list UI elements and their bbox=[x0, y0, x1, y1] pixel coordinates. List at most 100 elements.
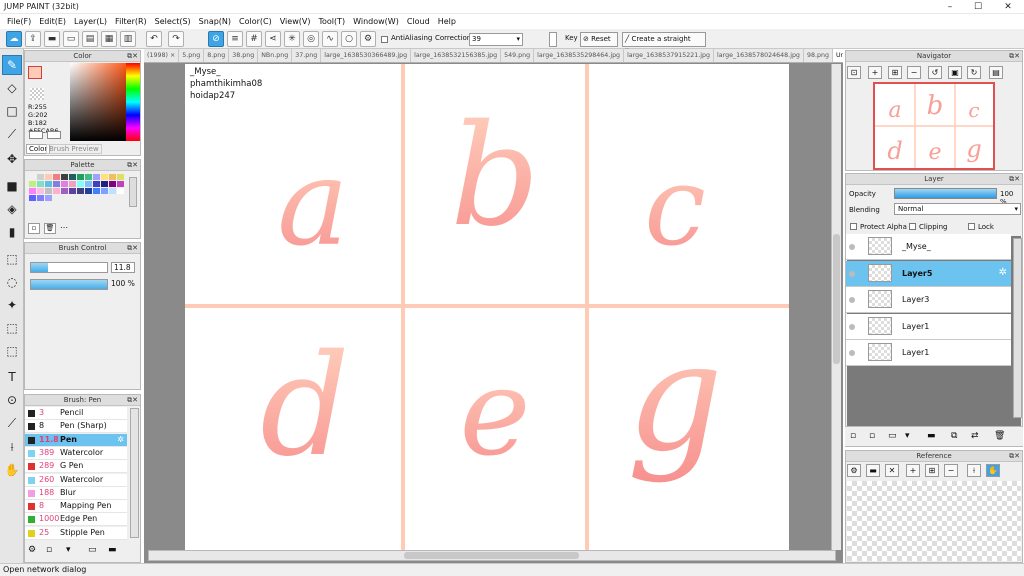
minimize-button[interactable]: – bbox=[936, 1, 964, 13]
transfer-layer-icon[interactable]: ⇄ bbox=[971, 431, 979, 441]
close-icon[interactable]: ⧉✕ bbox=[127, 395, 138, 405]
brush-item[interactable]: 25 Stipple Pen bbox=[25, 526, 127, 540]
brush-size-value[interactable]: 11.8 bbox=[111, 262, 135, 273]
layer-row[interactable]: Layer5 ✲ bbox=[846, 260, 1011, 287]
palette-grid[interactable] bbox=[28, 173, 130, 219]
document-tab[interactable]: 37.png bbox=[292, 49, 322, 62]
folder-icon[interactable]: ▬ bbox=[108, 545, 117, 555]
new-layer-folder-icon[interactable]: ▫ bbox=[869, 431, 875, 441]
bucket-tool-icon[interactable]: ◈ bbox=[2, 199, 22, 219]
blending-select[interactable]: Normal ▾ bbox=[894, 203, 1021, 215]
visibility-icon[interactable] bbox=[849, 297, 855, 304]
palette-swatch[interactable] bbox=[116, 187, 124, 194]
palette-swatch[interactable] bbox=[92, 173, 100, 180]
reference-canvas[interactable] bbox=[847, 481, 1021, 561]
eye-icon[interactable] bbox=[29, 131, 43, 139]
palette-swatch[interactable] bbox=[36, 187, 44, 194]
palette-swatch[interactable] bbox=[28, 194, 36, 201]
brush-item[interactable]: 260 Watercolor bbox=[25, 473, 127, 487]
close-icon[interactable]: ⧉✕ bbox=[127, 160, 138, 170]
pen-tool-icon[interactable]: ✎ bbox=[2, 55, 22, 75]
palette-swatch[interactable] bbox=[60, 173, 68, 180]
document-canvas[interactable]: _Myse_ phamthikimha08 hoidap247 a b c d … bbox=[185, 64, 789, 550]
zoom-in-icon[interactable]: + bbox=[868, 66, 882, 79]
palette-swatch[interactable] bbox=[108, 173, 116, 180]
hand-tool-icon[interactable]: ✋ bbox=[986, 464, 1000, 477]
palette-swatch[interactable] bbox=[52, 180, 60, 187]
palette-swatch[interactable] bbox=[84, 187, 92, 194]
palette-swatch[interactable] bbox=[44, 180, 52, 187]
select-layer-icon[interactable]: ⊙ bbox=[2, 390, 22, 410]
trash-icon[interactable]: 🗑 bbox=[44, 223, 56, 234]
merge-layer-icon[interactable]: ⧉ bbox=[951, 431, 957, 441]
menu-window[interactable]: Window(W) bbox=[349, 17, 403, 26]
palette-swatch[interactable] bbox=[28, 173, 36, 180]
new-palette-icon[interactable]: ▫ bbox=[28, 223, 40, 234]
zoom-actual-icon[interactable]: ⊞ bbox=[925, 464, 939, 477]
palette-swatch[interactable] bbox=[44, 194, 52, 201]
palette-swatch[interactable] bbox=[28, 180, 36, 187]
palette-swatch[interactable] bbox=[44, 187, 52, 194]
circle-snap-icon[interactable]: ○ bbox=[341, 31, 357, 47]
open-folder-icon[interactable]: ▬ bbox=[866, 464, 880, 477]
zoom-fit-icon[interactable]: ⊡ bbox=[847, 66, 861, 79]
palette-swatch[interactable] bbox=[100, 173, 108, 180]
palette-swatch[interactable] bbox=[52, 187, 60, 194]
layer-row[interactable]: Layer1 bbox=[846, 340, 1011, 367]
document-tab[interactable]: 98.png bbox=[804, 49, 833, 62]
panel-icon[interactable]: ▭ bbox=[63, 31, 79, 47]
operation-tool-icon[interactable]: ⟋ bbox=[2, 413, 22, 433]
layer-row[interactable]: _Myse_ bbox=[846, 234, 1011, 260]
rotate-right-icon[interactable]: ↻ bbox=[967, 66, 981, 79]
visibility-icon[interactable] bbox=[849, 350, 855, 357]
palette-swatch[interactable] bbox=[76, 173, 84, 180]
visibility-icon[interactable] bbox=[849, 323, 855, 330]
palette-swatch[interactable] bbox=[108, 187, 116, 194]
rect-select-icon[interactable]: ⬚ bbox=[2, 249, 22, 269]
straight-line-button[interactable]: ╱ Create a straight line bbox=[622, 32, 706, 56]
brush-opacity-slider[interactable] bbox=[30, 279, 108, 290]
palette-swatch[interactable] bbox=[108, 180, 116, 187]
palette-swatch[interactable] bbox=[92, 187, 100, 194]
layer-row[interactable]: Layer1 bbox=[846, 313, 1011, 340]
brush-item[interactable]: 3 Pencil bbox=[25, 407, 127, 420]
visibility-icon[interactable] bbox=[849, 270, 855, 277]
close-icon[interactable]: ⧉✕ bbox=[127, 51, 138, 61]
select-eraser-icon[interactable]: ⬚ bbox=[2, 341, 22, 361]
clipping-checkbox[interactable] bbox=[909, 223, 916, 230]
rotate-left-icon[interactable]: ↺ bbox=[928, 66, 942, 79]
visibility-icon[interactable] bbox=[849, 244, 855, 250]
palette-swatch[interactable] bbox=[84, 173, 92, 180]
document-tab[interactable]: NBn.png bbox=[258, 49, 293, 62]
gear-icon[interactable]: ✲ bbox=[999, 267, 1007, 278]
palette-swatch[interactable] bbox=[60, 187, 68, 194]
menu-filter[interactable]: Filter(R) bbox=[111, 17, 151, 26]
close-button[interactable]: ✕ bbox=[994, 1, 1022, 13]
tab-brush-preview[interactable]: Brush Preview bbox=[46, 144, 102, 154]
brush-item[interactable]: 8 Pen (Sharp) bbox=[25, 420, 127, 434]
brush-item[interactable]: 11.8 Pen ✲ bbox=[25, 433, 127, 447]
palette-scrollbar[interactable] bbox=[129, 177, 137, 207]
brush-settings-icon[interactable]: ⚙ bbox=[28, 545, 36, 555]
document-tab[interactable]: large_1638535298464.jpg bbox=[534, 49, 625, 62]
lock-checkbox[interactable] bbox=[968, 223, 975, 230]
reset-button[interactable]: ⊘ Reset bbox=[580, 32, 618, 47]
navigator-menu-icon[interactable]: ▤ bbox=[989, 66, 1003, 79]
palette-swatch[interactable] bbox=[76, 187, 84, 194]
palette-swatch[interactable] bbox=[44, 173, 52, 180]
grid-snap-icon[interactable]: # bbox=[246, 31, 262, 47]
perspective-snap-icon[interactable]: ⋖ bbox=[265, 31, 281, 47]
gear-icon[interactable]: ✲ bbox=[117, 434, 124, 446]
layer-row[interactable]: Layer3 bbox=[846, 287, 1011, 314]
cloud-icon[interactable]: ☁ bbox=[6, 31, 22, 47]
close-icon[interactable]: ⧉✕ bbox=[1009, 451, 1020, 461]
palette-swatch[interactable] bbox=[36, 180, 44, 187]
brush-item[interactable]: 1000 Edge Pen bbox=[25, 513, 127, 527]
link-icon[interactable] bbox=[47, 131, 61, 139]
fill-rect-tool-icon[interactable]: ■ bbox=[2, 176, 22, 196]
brush-list-scrollbar[interactable] bbox=[130, 408, 139, 538]
concentric-snap-icon[interactable]: ◎ bbox=[303, 31, 319, 47]
menu-tool[interactable]: Tool(T) bbox=[314, 17, 349, 26]
menu-view[interactable]: View(V) bbox=[276, 17, 315, 26]
zoom-out-icon[interactable]: − bbox=[944, 464, 958, 477]
